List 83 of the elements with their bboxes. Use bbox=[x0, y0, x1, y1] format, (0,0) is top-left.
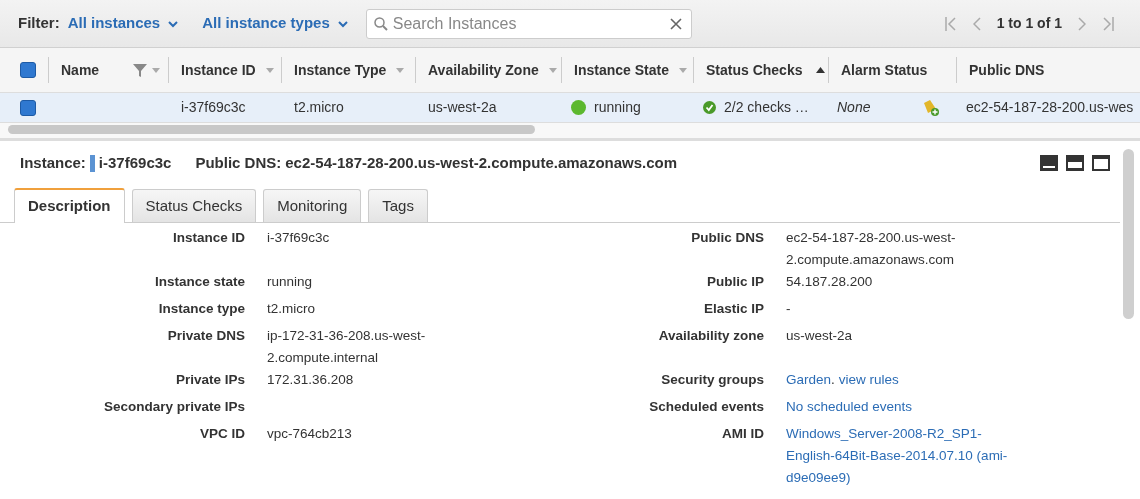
field-label: Scheduled events bbox=[649, 399, 764, 414]
tab[interactable]: Description bbox=[14, 188, 125, 223]
column-header[interactable]: Public DNS bbox=[969, 59, 1045, 81]
field-label: Elastic IP bbox=[703, 301, 764, 316]
detail-value: i-37f69c3c bbox=[267, 230, 330, 245]
layout-icon[interactable] bbox=[1040, 155, 1058, 171]
detail-value: t2.micro bbox=[267, 301, 315, 316]
caret-icon bbox=[337, 19, 348, 28]
tab[interactable]: Status Checks bbox=[131, 189, 257, 222]
sort-ascending-icon[interactable] bbox=[816, 67, 826, 73]
filter-label: Filter: bbox=[18, 13, 60, 34]
filter-dropdown[interactable]: All instance types bbox=[202, 12, 348, 35]
previous-page-icon[interactable] bbox=[972, 16, 981, 31]
column-header[interactable]: Alarm Status bbox=[841, 59, 928, 81]
vertical-scrollbar[interactable] bbox=[1123, 149, 1134, 319]
search-icon bbox=[373, 16, 388, 31]
separator: . bbox=[831, 372, 835, 387]
column-header[interactable]: Name bbox=[61, 59, 100, 81]
select-all-checkbox[interactable] bbox=[20, 62, 36, 78]
filter-icon[interactable] bbox=[132, 62, 148, 78]
table-cell-text: us-west-2a bbox=[428, 98, 497, 117]
detail-link[interactable]: Windows_Server-2008-R2_SP1-English-64Bit-Base-2014.07.10 (ami-d9e09ee9) bbox=[786, 423, 1021, 489]
detail-value: running bbox=[267, 274, 313, 289]
detail-link[interactable]: view rules bbox=[838, 372, 899, 387]
table-cell-text: ec2-54-187-28-200.us-wes bbox=[966, 98, 1134, 117]
table-cell-text: None bbox=[837, 98, 871, 117]
pagination-text: 1 to 1 of 1 bbox=[996, 14, 1062, 33]
sort-caret-icon[interactable] bbox=[152, 67, 160, 73]
layout-icon[interactable] bbox=[1092, 155, 1110, 171]
last-page-icon[interactable] bbox=[1102, 16, 1114, 31]
field-label: AMI ID bbox=[722, 426, 764, 441]
filter-dropdown[interactable]: All instances bbox=[67, 12, 179, 35]
search-field[interactable]: Search Instances bbox=[365, 8, 692, 39]
detail-value: 172.31.36.208 bbox=[267, 372, 354, 387]
table-cell-text: t2.micro bbox=[294, 98, 344, 117]
detail-value: ip-172-31-36-208.us-west-2.compute.internal bbox=[267, 328, 426, 365]
caret-icon bbox=[168, 19, 179, 28]
id-marker bbox=[89, 154, 95, 172]
field-label: Instance ID bbox=[172, 230, 245, 245]
detail-value: - bbox=[786, 301, 791, 316]
field-label: Secondary private IPs bbox=[103, 399, 245, 414]
detail-value: 54.187.28.200 bbox=[786, 274, 873, 289]
instance-id: i-37f69c3c bbox=[98, 152, 172, 173]
field-label: Instance state bbox=[154, 274, 245, 289]
first-page-icon[interactable] bbox=[944, 16, 957, 31]
field-label: Public DNS bbox=[691, 230, 764, 245]
sort-caret-icon[interactable] bbox=[396, 67, 405, 73]
layout-icon[interactable] bbox=[1066, 155, 1084, 171]
column-header[interactable]: Status Checks bbox=[706, 59, 803, 81]
tab[interactable]: Monitoring bbox=[263, 189, 362, 222]
column-header[interactable]: Availability Zone bbox=[428, 59, 539, 81]
detail-link[interactable]: No scheduled events bbox=[786, 396, 1021, 418]
clear-icon[interactable] bbox=[669, 17, 682, 30]
field-label: Public IP bbox=[707, 274, 764, 289]
table-cell-text: 2/2 checks … bbox=[724, 98, 809, 117]
tab[interactable]: Tags bbox=[368, 189, 428, 222]
column-header[interactable]: Instance State bbox=[574, 59, 669, 81]
table-cell-text: running bbox=[594, 98, 641, 117]
instance-label: Instance: bbox=[20, 152, 86, 173]
table-cell-text: i-37f69c3c bbox=[181, 98, 246, 117]
next-page-icon[interactable] bbox=[1078, 16, 1086, 31]
field-label: Instance type bbox=[158, 301, 245, 316]
public-dns: ec2-54-187-28-200.us-west-2.compute.amazonaws.com bbox=[285, 152, 678, 173]
detail-value: vpc-764cb213 bbox=[267, 426, 352, 441]
bell-add-icon[interactable] bbox=[922, 98, 940, 117]
check-icon bbox=[703, 101, 716, 114]
row-checkbox[interactable] bbox=[20, 99, 36, 116]
sort-caret-icon[interactable] bbox=[678, 67, 687, 73]
field-label: Security groups bbox=[661, 372, 764, 387]
detail-value: us-west-2a bbox=[786, 328, 853, 343]
column-header[interactable]: Instance ID bbox=[181, 59, 256, 81]
horizontal-scrollbar[interactable] bbox=[8, 125, 535, 134]
sort-caret-icon[interactable] bbox=[265, 67, 274, 73]
field-label: VPC ID bbox=[200, 426, 245, 441]
public-dns-label: Public DNS: bbox=[195, 152, 282, 173]
field-label: Private IPs bbox=[175, 372, 245, 387]
detail-value: ec2-54-187-28-200.us-west-2.compute.amazonaws.com bbox=[786, 230, 956, 267]
field-label: Availability zone bbox=[658, 328, 764, 343]
table-row[interactable]: i-37f69c3c t2.micro us-west-2a running 2/2 checks … None ec2-54-187-28-200.us-wes bbox=[0, 93, 1140, 123]
detail-link[interactable]: Garden bbox=[786, 372, 832, 387]
sort-caret-icon[interactable] bbox=[548, 67, 557, 73]
column-header[interactable]: Instance Type bbox=[294, 59, 387, 81]
field-label: Private DNS bbox=[167, 328, 245, 343]
